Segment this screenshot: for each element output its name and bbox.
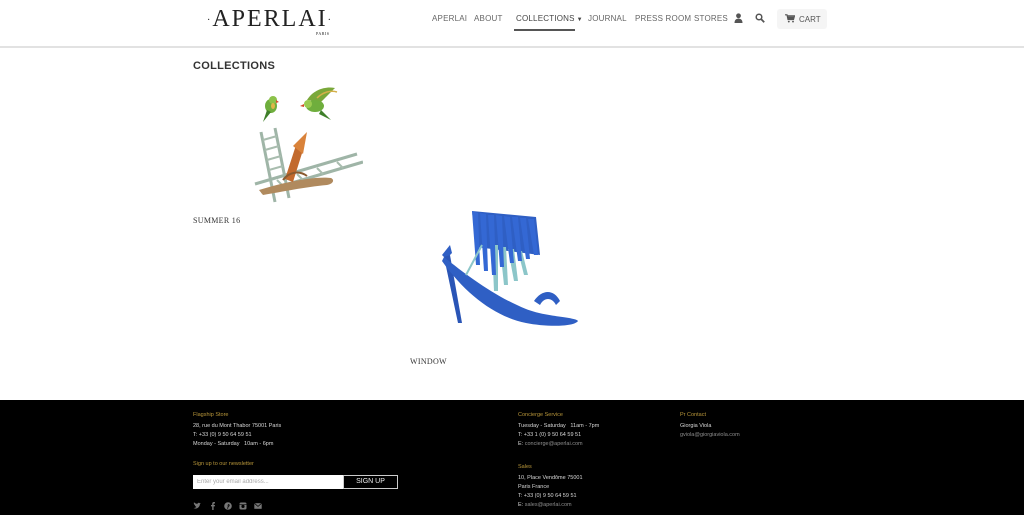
nav-journal[interactable]: JOURNAL (588, 14, 627, 23)
nav-aperlai[interactable]: APERLAI (432, 14, 467, 23)
concierge-email-line: E: concierge@aperlai.com (518, 440, 583, 449)
cart-button[interactable]: CART (777, 9, 827, 29)
sales-address-1: 10, Place Vendôme 75001 (518, 475, 583, 481)
product-window-image[interactable] (436, 205, 582, 331)
flagship-address: 28, rue du Mont Thabor 75001 Paris (193, 423, 282, 429)
newsletter-email-input[interactable] (193, 475, 343, 489)
page-title: COLLECTIONS (193, 60, 276, 72)
concierge-email-prefix: E: (518, 441, 525, 447)
logo-subtitle: PARIS (316, 31, 330, 36)
flagship-hours: Monday - Saturday 10am - 6pm (193, 441, 274, 447)
pr-contact-email-link[interactable]: gviola@giorgiaviola.com (680, 431, 740, 440)
brand-logo[interactable]: ·APERLAI· PARIS (194, 6, 346, 40)
facebook-icon[interactable] (209, 502, 217, 510)
sales-email-link[interactable]: sales@aperlai.com (525, 502, 572, 508)
logo-text: ·APERLAI· (206, 6, 334, 32)
sales-email-line: E: sales@aperlai.com (518, 501, 572, 510)
product-summer-16-image[interactable] (245, 84, 364, 206)
search-icon[interactable] (755, 13, 765, 23)
flagship-phone: T: +33 (0) 9 50 64 59 51 (193, 432, 252, 438)
summer-16-illustration (254, 87, 364, 203)
nav-stores[interactable]: STORES (694, 14, 728, 23)
sales-email-prefix: E: (518, 502, 525, 508)
concierge-email-link[interactable]: concierge@aperlai.com (525, 441, 583, 447)
newsletter-heading: Sign up to our newsletter (193, 461, 254, 467)
sales-address-2: Paris France (518, 484, 550, 490)
site-header: ·APERLAI· PARIS APERLAI ABOUT COLLECTION… (0, 0, 1024, 48)
nav-collections-label: COLLECTIONS (516, 14, 575, 23)
cart-icon (785, 14, 795, 23)
site-footer (0, 400, 1024, 515)
nav-press-room[interactable]: PRESS ROOM (635, 14, 691, 23)
pinterest-icon[interactable] (224, 502, 232, 510)
mail-icon[interactable] (254, 502, 262, 510)
sales-phone: T: +33 (0) 9 50 64 59 51 (518, 493, 577, 499)
signup-button[interactable]: SIGN UP (343, 475, 398, 489)
concierge-hours: Tuesday - Saturday 11am - 7pm (518, 423, 600, 429)
pr-contact-name: Giorgia Viola (680, 423, 712, 429)
caret-down-icon: ▼ (576, 17, 583, 23)
flagship-heading: Flagship Store (193, 412, 229, 418)
cart-label: CART (799, 15, 821, 24)
nav-collections[interactable]: COLLECTIONS ▼ (516, 14, 583, 23)
active-nav-indicator (514, 29, 575, 31)
product-label-window[interactable]: WINDOW (410, 357, 447, 366)
concierge-phone: T: +33 1 (0) 9 50 64 59 51 (518, 432, 582, 438)
sales-heading: Sales (518, 464, 532, 470)
pr-contact-heading: Pr Contact (680, 412, 706, 418)
product-label-summer-16[interactable]: SUMMER 16 (193, 216, 240, 225)
twitter-icon[interactable] (193, 502, 201, 510)
instagram-icon[interactable] (239, 502, 247, 510)
window-shoe-illustration (442, 211, 578, 326)
user-icon[interactable] (734, 13, 743, 23)
nav-about[interactable]: ABOUT (474, 14, 503, 23)
concierge-heading: Concierge Service (518, 412, 563, 418)
